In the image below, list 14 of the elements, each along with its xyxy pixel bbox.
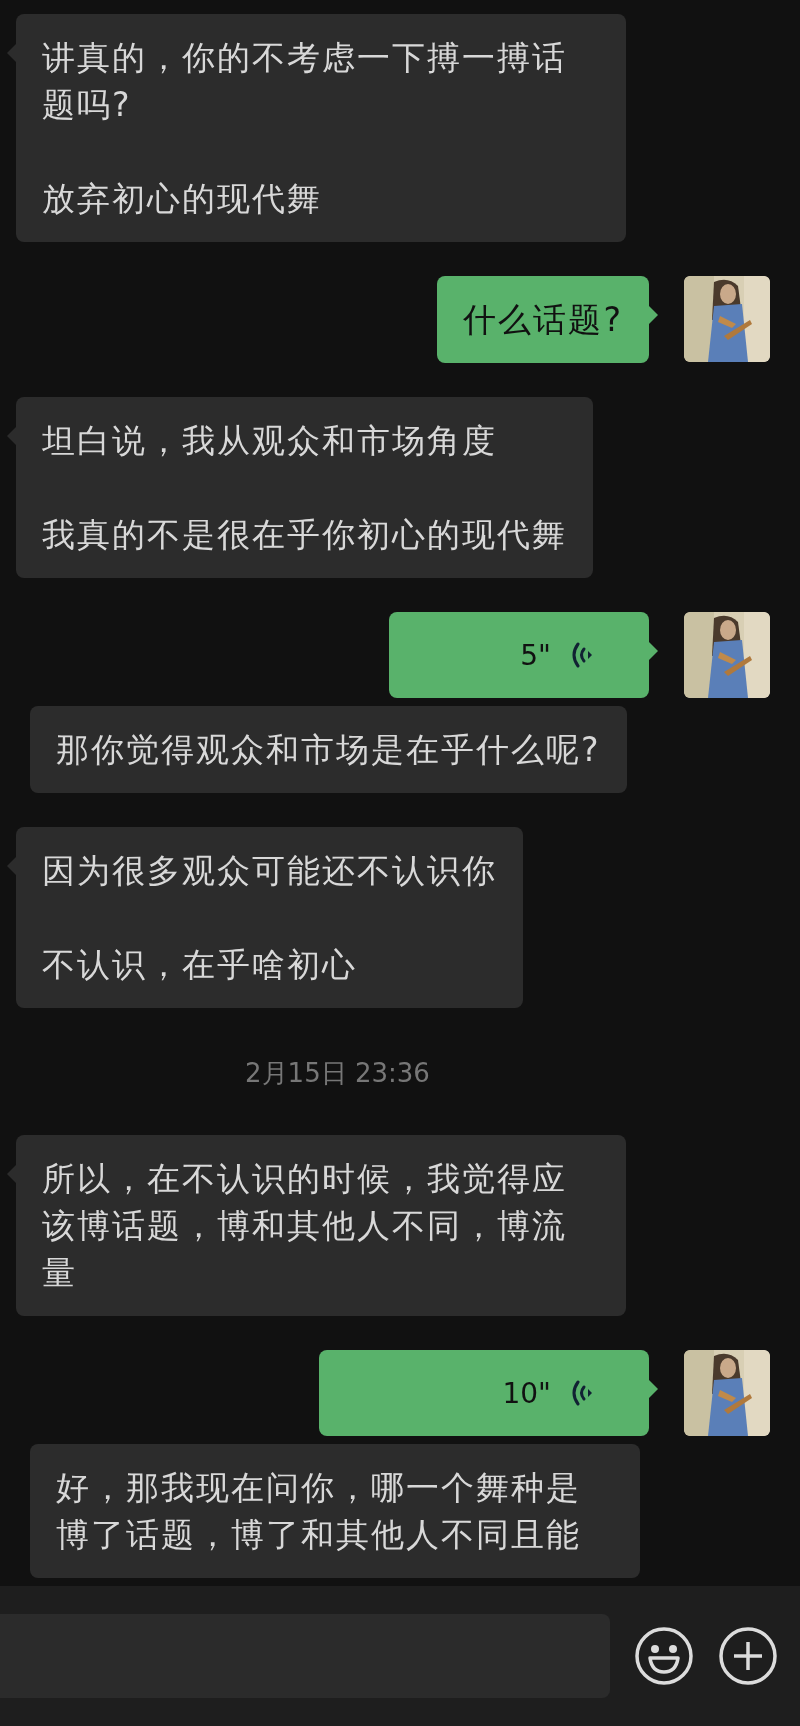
timestamp: 2月15日 23:36 [245, 1057, 430, 1090]
plus-icon[interactable] [718, 1626, 778, 1686]
received-message-bubble: 讲真的，你的不考虑一下搏一搏话题吗? 放弃初心的现代舞 [16, 14, 626, 242]
voice-wave-icon [569, 1378, 593, 1408]
voice-message-bubble[interactable]: 10" [319, 1350, 649, 1436]
sent-message-bubble: 什么话题? [437, 276, 649, 363]
voice-message-bubble[interactable]: 5" [389, 612, 649, 698]
received-message-bubble: 所以，在不认识的时候，我觉得应该博话题，博和其他人不同，博流量 [16, 1135, 626, 1316]
received-message-bubble: 那你觉得观众和市场是在乎什么呢? [30, 706, 627, 793]
received-message-bubble: 坦白说，我从观众和市场角度 我真的不是很在乎你初心的现代舞 [16, 397, 593, 578]
received-message-bubble: 好，那我现在问你，哪一个舞种是博了话题，博了和其他人不同且能 [30, 1444, 640, 1578]
emoji-icon[interactable] [634, 1626, 694, 1686]
voice-wave-icon [569, 640, 593, 670]
received-message-bubble: 因为很多观众可能还不认识你 不认识，在乎啥初心 [16, 827, 523, 1008]
